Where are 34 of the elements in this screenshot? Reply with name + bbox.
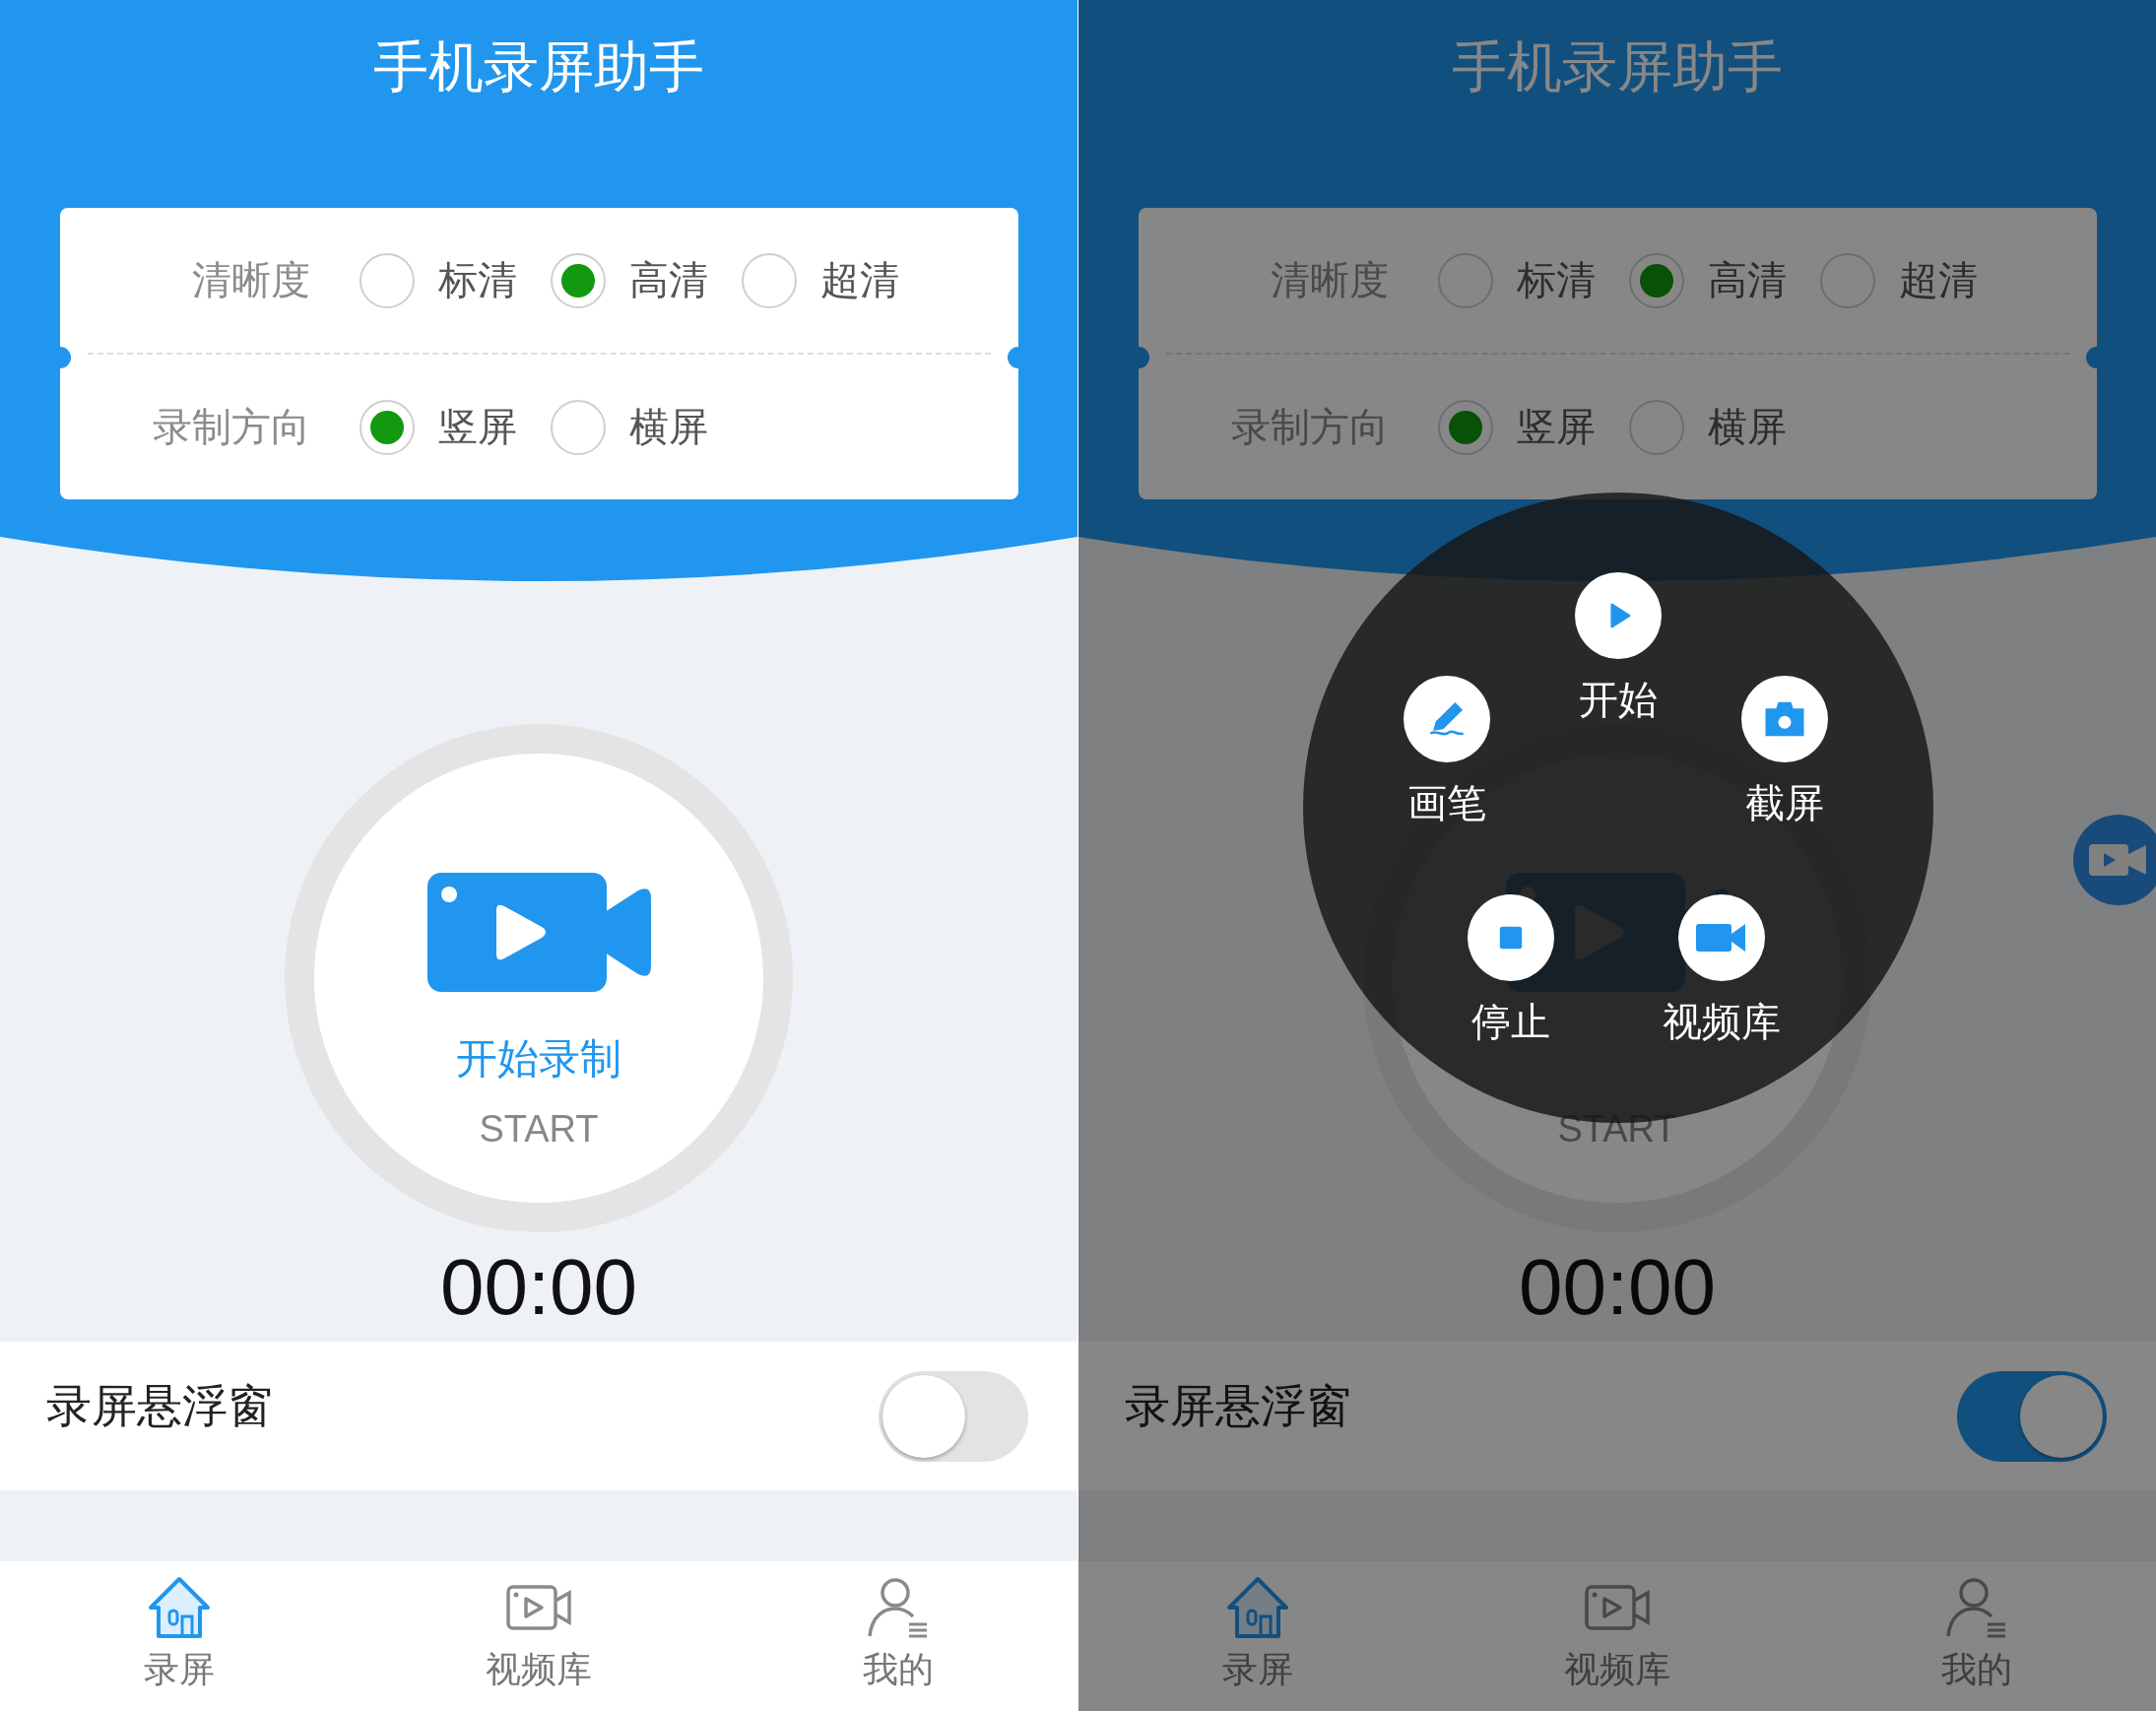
start-label: START — [479, 1107, 599, 1152]
timer: 00:00 — [1518, 1242, 1717, 1333]
nav-tab[interactable]: 视频库 — [359, 1561, 719, 1711]
app-title: 手机录屏助手 — [1452, 33, 1783, 100]
option-label[interactable]: 横屏 — [1707, 400, 1787, 454]
nav-tab[interactable]: 录屏 — [1078, 1561, 1438, 1711]
nav-tab[interactable]: 视频库 — [1437, 1561, 1797, 1711]
menu-item[interactable]: 视频库 — [1663, 894, 1781, 1049]
option-label[interactable]: 竖屏 — [1516, 400, 1596, 454]
option-label[interactable]: 超清 — [819, 253, 899, 307]
start-recording-label: 开始录制 — [456, 1033, 621, 1085]
setting-label: 清晰度 — [190, 256, 310, 304]
option-label[interactable]: 标清 — [437, 253, 517, 307]
floating-window-label: 录屏悬浮窗 — [1125, 1377, 1351, 1434]
video-camera-icon — [2089, 842, 2148, 878]
setting-label: 清晰度 — [1269, 256, 1389, 304]
nav-tab[interactable]: 录屏 — [0, 1561, 359, 1711]
option-label[interactable]: 横屏 — [628, 400, 708, 454]
setting-label: 录制方向 — [151, 403, 310, 451]
setting-label: 录制方向 — [1229, 403, 1389, 451]
nav-tab[interactable]: 我的 — [718, 1561, 1078, 1711]
timer: 00:00 — [439, 1242, 638, 1333]
start-label: START — [1557, 1107, 1677, 1152]
video-camera-icon — [426, 873, 651, 992]
option-label[interactable]: 高清 — [628, 253, 708, 307]
floating-window-label: 录屏悬浮窗 — [46, 1377, 273, 1434]
stop-icon — [1497, 924, 1525, 952]
option-label[interactable]: 高清 — [1707, 253, 1787, 307]
nav-tab[interactable]: 我的 — [1797, 1561, 2156, 1711]
option-label[interactable]: 标清 — [1516, 253, 1596, 307]
app-title: 手机录屏助手 — [373, 33, 704, 100]
record-button[interactable]: 开始录制 START — [285, 724, 793, 1232]
option-label[interactable]: 超清 — [1898, 253, 1978, 307]
option-label[interactable]: 竖屏 — [437, 400, 517, 454]
